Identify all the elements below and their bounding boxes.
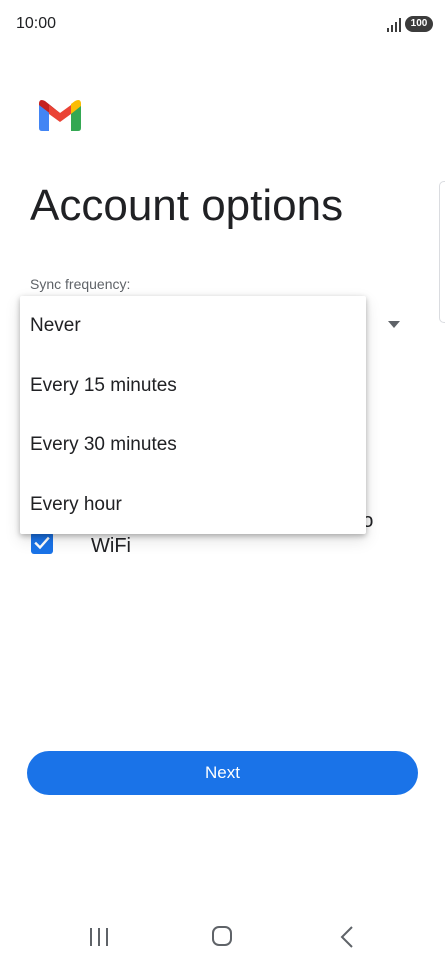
checkmark-icon [34, 536, 50, 550]
battery-icon: 100 [405, 16, 433, 32]
next-button[interactable]: Next [27, 751, 418, 795]
menu-item-every-hour[interactable]: Every hour [20, 475, 366, 535]
home-icon[interactable] [212, 926, 232, 946]
menu-item-every-30-minutes[interactable]: Every 30 minutes [20, 415, 366, 475]
status-time: 10:00 [16, 15, 57, 32]
page-title: Account options [30, 181, 344, 230]
gmail-logo [39, 100, 81, 131]
sync-frequency-menu: Never Every 15 minutes Every 30 minutes … [20, 296, 366, 534]
attachments-checkbox[interactable] [31, 532, 53, 554]
menu-item-never[interactable]: Never [20, 296, 366, 356]
recents-icon[interactable] [88, 928, 110, 946]
sync-frequency-label: Sync frequency: [30, 276, 131, 292]
menu-item-every-15-minutes[interactable]: Every 15 minutes [20, 356, 366, 416]
edge-panel-handle[interactable] [439, 181, 445, 323]
chevron-down-icon[interactable] [388, 321, 400, 328]
signal-icon [387, 18, 401, 32]
status-bar: 10:00 100 [0, 0, 445, 50]
back-icon[interactable] [339, 926, 355, 948]
